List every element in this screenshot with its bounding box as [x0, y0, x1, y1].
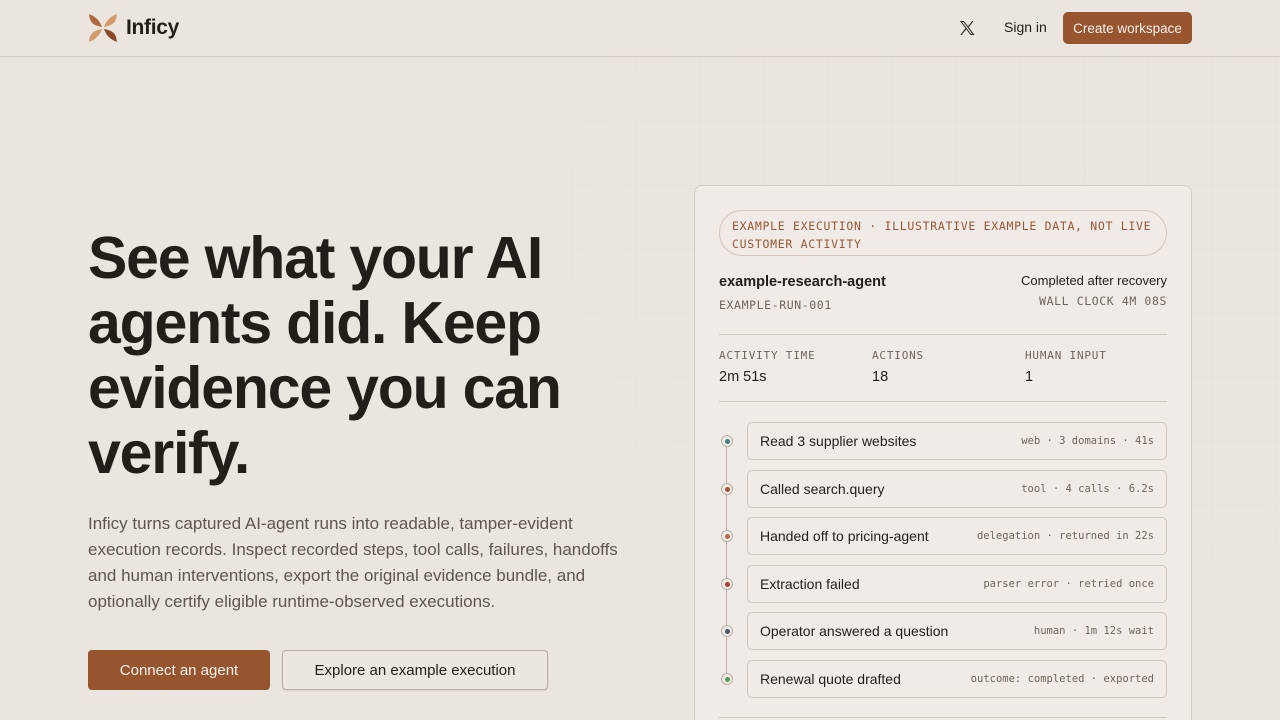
step-card[interactable]: Renewal quote drafted outcome: completed… [747, 660, 1167, 698]
step-card[interactable]: Called search.query tool · 4 calls · 6.2… [747, 470, 1167, 508]
stat-activity-time: ACTIVITY TIME 2m 51s [719, 349, 816, 385]
step-dot-icon [721, 578, 733, 590]
run-status: Completed after recovery [1021, 273, 1167, 288]
wall-clock: WALL CLOCK 4M 08S [1039, 294, 1167, 308]
hero-description: Inficy turns captured AI-agent runs into… [88, 514, 618, 611]
step-title: Renewal quote drafted [760, 671, 901, 687]
step-card[interactable]: Handed off to pricing-agent delegation ·… [747, 517, 1167, 555]
step-dot-icon [721, 625, 733, 637]
step-card[interactable]: Operator answered a question human · 1m … [747, 612, 1167, 650]
step-meta: delegation · returned in 22s [976, 530, 1154, 542]
stat-human-input: HUMAN INPUT 1 [1025, 349, 1107, 385]
step-meta: tool · 4 calls · 6.2s [1021, 483, 1154, 495]
divider [719, 334, 1167, 335]
connect-agent-button[interactable]: Connect an agent [88, 650, 270, 690]
timeline-step[interactable]: Extraction failed parser error · retried… [719, 565, 1167, 603]
stat-actions: ACTIONS 18 [872, 349, 924, 385]
timeline-step[interactable]: Renewal quote drafted outcome: completed… [719, 660, 1167, 698]
step-dot-icon [721, 530, 733, 542]
stat-value: 1 [1025, 369, 1034, 385]
step-title: Handed off to pricing-agent [760, 528, 929, 544]
example-data-badge: EXAMPLE EXECUTION · ILLUSTRATIVE EXAMPLE… [719, 210, 1167, 256]
x-twitter-icon[interactable] [958, 19, 976, 37]
sign-in-link[interactable]: Sign in [1004, 19, 1047, 35]
timeline-step[interactable]: Called search.query tool · 4 calls · 6.2… [719, 470, 1167, 508]
stat-label: ACTIONS [872, 349, 924, 362]
brand[interactable]: Inficy [88, 13, 179, 43]
hero-title: See what your AI agents did. Keep eviden… [88, 225, 562, 486]
example-execution-card: EXAMPLE EXECUTION · ILLUSTRATIVE EXAMPLE… [694, 185, 1192, 720]
step-card[interactable]: Read 3 supplier websites web · 3 domains… [747, 422, 1167, 460]
step-title: Called search.query [760, 481, 885, 497]
timeline-step[interactable]: Read 3 supplier websites web · 3 domains… [719, 422, 1167, 460]
explore-example-button[interactable]: Explore an example execution [282, 650, 548, 690]
step-card[interactable]: Extraction failed parser error · retried… [747, 565, 1167, 603]
step-meta: web · 3 domains · 41s [1021, 435, 1154, 447]
create-workspace-button[interactable]: Create workspace [1063, 12, 1192, 44]
stat-label: ACTIVITY TIME [719, 349, 816, 362]
divider [719, 717, 1167, 718]
stat-value: 2m 51s [719, 369, 767, 385]
step-meta: human · 1m 12s wait [1033, 625, 1154, 637]
step-meta: parser error · retried once [983, 578, 1154, 590]
agent-name: example-research-agent [719, 274, 886, 290]
timeline-step[interactable]: Operator answered a question human · 1m … [719, 612, 1167, 650]
stat-value: 18 [872, 369, 889, 385]
step-dot-icon [721, 435, 733, 447]
step-title: Extraction failed [760, 576, 860, 592]
divider [719, 401, 1167, 402]
run-id: EXAMPLE-RUN-001 [719, 298, 832, 312]
step-title: Read 3 supplier websites [760, 433, 917, 449]
inficy-logo-icon [89, 14, 117, 42]
stat-label: HUMAN INPUT [1025, 349, 1107, 362]
step-dot-icon [721, 483, 733, 495]
timeline-step[interactable]: Handed off to pricing-agent delegation ·… [719, 517, 1167, 555]
step-meta: outcome: completed · exported [970, 673, 1154, 685]
site-header: Inficy Sign in Create workspace [0, 0, 1280, 57]
brand-name: Inficy [126, 16, 180, 39]
step-dot-icon [721, 673, 733, 685]
step-title: Operator answered a question [760, 623, 949, 639]
